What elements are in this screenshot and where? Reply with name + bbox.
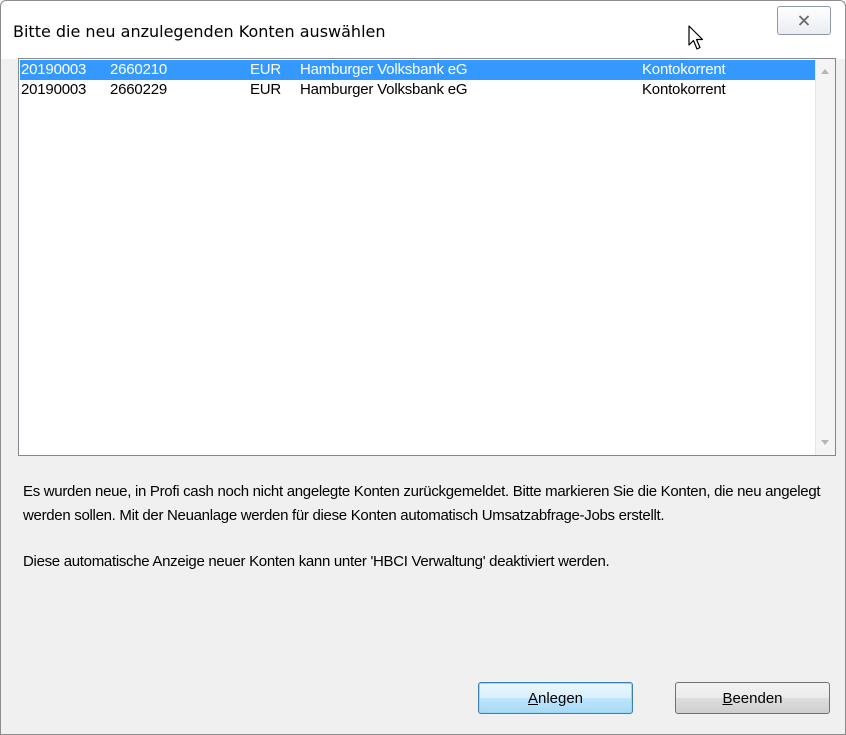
beenden-button-label: Beenden: [722, 689, 783, 707]
account-currency: EUR: [250, 61, 282, 78]
account-blz: 20190003: [21, 61, 87, 78]
info-paragraph-hbci-setting: Diese automatische Anzeige neuer Konten …: [23, 553, 610, 570]
vertical-scrollbar[interactable]: [815, 59, 835, 455]
close-icon: [798, 15, 810, 26]
beenden-button[interactable]: Beenden: [675, 682, 830, 714]
account-type: Kontokorrent: [642, 81, 726, 98]
scroll-up-arrow-icon[interactable]: [821, 69, 829, 74]
mouse-cursor-icon: [688, 25, 706, 57]
dialog-title: Bitte die neu anzulegenden Konten auswäh…: [13, 22, 386, 41]
dialog-window: Bitte die neu anzulegenden Konten auswäh…: [0, 0, 846, 735]
anlegen-button[interactable]: Anlegen: [478, 682, 633, 714]
accounts-listbox[interactable]: 20190003 2660210 EUR Hamburger Volksbank eG…: [18, 58, 836, 456]
account-number: 2660229: [110, 81, 167, 98]
account-blz: 20190003: [21, 81, 87, 98]
account-bank-name: Hamburger Volksbank eG: [300, 61, 468, 78]
title-bar: Bitte die neu anzulegenden Konten auswäh…: [1, 1, 845, 59]
accounts-list-rows: 20190003 2660210 EUR Hamburger Volksbank eG…: [20, 60, 816, 100]
account-number: 2660210: [110, 61, 167, 78]
close-button[interactable]: [777, 6, 831, 35]
account-type: Kontokorrent: [642, 61, 726, 78]
scroll-down-arrow-icon[interactable]: [821, 440, 829, 445]
info-paragraph-new-accounts: Es wurden neue, in Profi cash noch nicht…: [23, 483, 821, 524]
account-currency: EUR: [250, 81, 282, 98]
list-item[interactable]: 20190003 2660229 EUR Hamburger Volksbank eG…: [20, 80, 816, 100]
anlegen-button-label: Anlegen: [527, 689, 584, 707]
info-text: Es wurden neue, in Profi cash noch nicht…: [23, 480, 823, 574]
list-item[interactable]: 20190003 2660210 EUR Hamburger Volksbank eG…: [20, 60, 816, 80]
account-bank-name: Hamburger Volksbank eG: [300, 81, 468, 98]
